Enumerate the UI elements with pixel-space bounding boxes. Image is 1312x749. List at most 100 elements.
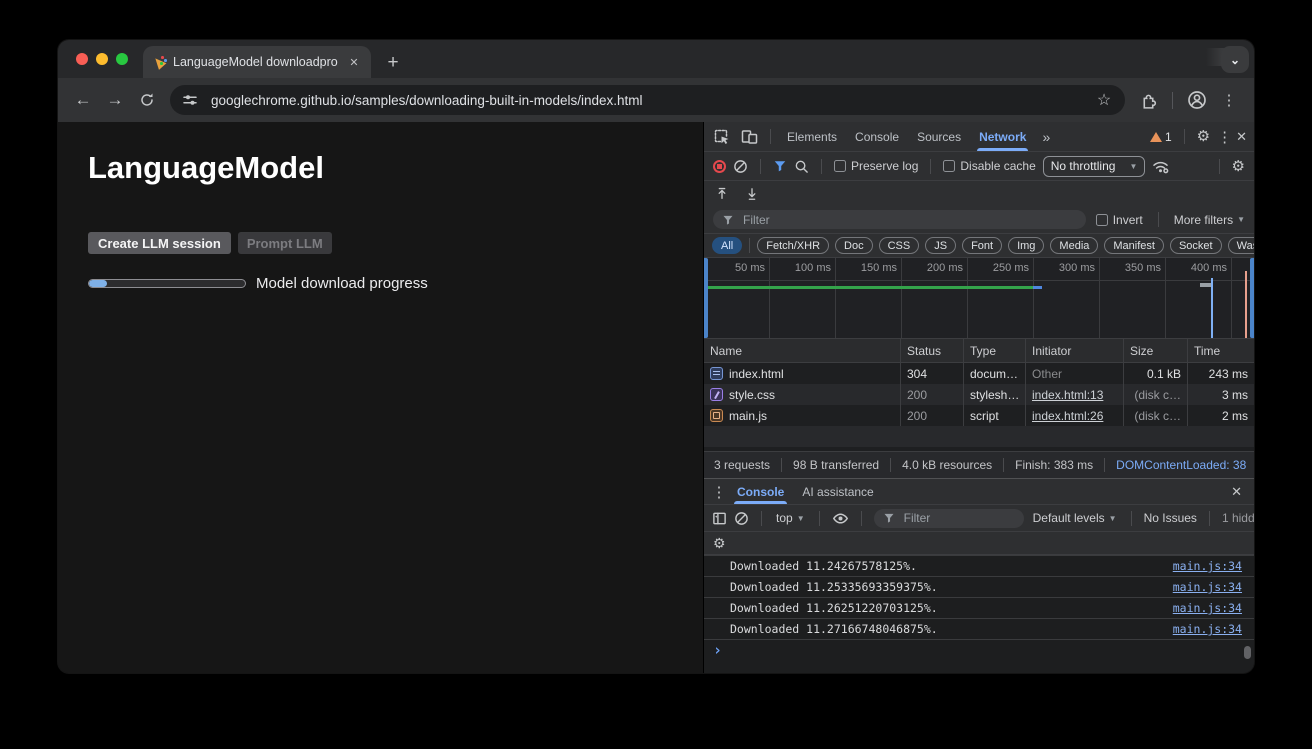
hidden-messages-count[interactable]: 1 hidden	[1222, 511, 1254, 525]
type-filter-wasm[interactable]: Wasm	[1228, 237, 1254, 254]
live-expression-button[interactable]	[832, 511, 849, 526]
type-filter-media[interactable]: Media	[1050, 237, 1098, 254]
column-header-initiator[interactable]: Initiator	[1026, 339, 1124, 362]
tab-network[interactable]: Network	[972, 122, 1033, 151]
tab-search-button[interactable]: ⌄	[1221, 46, 1249, 73]
export-har-button[interactable]	[745, 187, 759, 201]
console-prompt[interactable]: ›	[704, 639, 1254, 661]
profile-button[interactable]	[1181, 84, 1213, 116]
web-page: LanguageModel Create LLM session Prompt …	[58, 122, 703, 673]
console-source-link[interactable]: main.js:34	[1173, 622, 1242, 636]
console-toolbar-divider-2	[819, 511, 820, 526]
reload-button[interactable]	[131, 84, 163, 116]
create-llm-session-button[interactable]: Create LLM session	[88, 232, 231, 254]
console-message[interactable]: Downloaded 11.26251220703125%. main.js:3…	[704, 597, 1254, 618]
initiator-link[interactable]: index.html:13	[1032, 388, 1103, 402]
table-row[interactable]: index.html 304 docum… Other 0.1 kB 243 m…	[704, 363, 1254, 384]
more-filters-button[interactable]: More filters ▼	[1174, 213, 1245, 227]
new-tab-button[interactable]: +	[379, 48, 407, 78]
prompt-llm-button[interactable]: Prompt LLM	[238, 232, 332, 254]
drawer-tab-console[interactable]: Console	[728, 479, 793, 504]
site-settings-icon[interactable]	[178, 89, 202, 111]
tab-elements[interactable]: Elements	[780, 122, 844, 151]
invert-checkbox[interactable]	[1096, 214, 1108, 226]
column-header-time[interactable]: Time	[1188, 339, 1254, 362]
import-har-button[interactable]	[715, 187, 729, 201]
type-filter-fetch-xhr[interactable]: Fetch/XHR	[757, 237, 829, 254]
bookmark-star-icon[interactable]: ☆	[1093, 90, 1115, 110]
more-panels-icon[interactable]: »	[1037, 129, 1055, 145]
devtools-settings-gear-icon[interactable]: ⚙	[1197, 129, 1210, 144]
forward-button[interactable]: →	[99, 84, 131, 116]
column-header-status[interactable]: Status	[901, 339, 964, 362]
tab-console[interactable]: Console	[848, 122, 906, 151]
console-source-link[interactable]: main.js:34	[1173, 580, 1242, 594]
console-source-link[interactable]: main.js:34	[1173, 559, 1242, 573]
clear-console-button[interactable]	[734, 511, 749, 526]
close-window-button[interactable]	[76, 53, 88, 65]
initiator-link[interactable]: index.html:26	[1032, 409, 1103, 423]
clear-network-log-button[interactable]	[733, 159, 748, 174]
throttling-select[interactable]: No throttling ▼	[1043, 156, 1146, 177]
issues-warning[interactable]: 1	[1150, 130, 1172, 144]
devtools-close-icon[interactable]: ✕	[1236, 129, 1247, 145]
log-levels-select[interactable]: Default levels ▼	[1031, 511, 1119, 525]
invert-control[interactable]: Invert	[1096, 213, 1143, 227]
console-scrollbar-thumb[interactable]	[1244, 646, 1251, 659]
maximize-window-button[interactable]	[116, 53, 128, 65]
table-row[interactable]: style.css 200 stylesh… index.html:13 (di…	[704, 384, 1254, 405]
network-settings-gear-icon[interactable]: ⚙	[1232, 159, 1245, 174]
filter-toggle-button[interactable]	[773, 159, 787, 173]
url-text[interactable]: googlechrome.github.io/samples/downloadi…	[211, 93, 1084, 108]
timeline-left-handle[interactable]	[704, 258, 708, 338]
console-sidebar-button[interactable]	[712, 511, 727, 526]
type-filter-socket[interactable]: Socket	[1170, 237, 1222, 254]
browser-menu-button[interactable]: ⋮	[1213, 84, 1245, 116]
devtools-menu-kebab-icon[interactable]: ⋮	[1217, 128, 1229, 146]
console-message[interactable]: Downloaded 11.24267578125%. main.js:34	[704, 555, 1254, 576]
console-message[interactable]: Downloaded 11.27166748046875%. main.js:3…	[704, 618, 1254, 639]
console-settings-gear-icon[interactable]: ⚙	[713, 536, 726, 550]
network-conditions-button[interactable]	[1152, 159, 1169, 174]
disable-cache-control[interactable]: Disable cache	[943, 159, 1035, 173]
console-filter-input[interactable]	[902, 510, 1015, 526]
inspect-element-button[interactable]	[711, 129, 733, 145]
url-bar[interactable]: googlechrome.github.io/samples/downloadi…	[170, 85, 1125, 115]
timeline-right-handle[interactable]	[1250, 258, 1254, 338]
disable-cache-checkbox[interactable]	[943, 160, 955, 172]
column-header-size[interactable]: Size	[1124, 339, 1188, 362]
minimize-window-button[interactable]	[96, 53, 108, 65]
type-filter-img[interactable]: Img	[1008, 237, 1044, 254]
type-filter-manifest[interactable]: Manifest	[1104, 237, 1164, 254]
type-filter-css[interactable]: CSS	[879, 237, 920, 254]
type-filter-doc[interactable]: Doc	[835, 237, 873, 254]
record-network-log-button[interactable]	[713, 160, 726, 173]
extensions-button[interactable]	[1132, 84, 1164, 116]
console-source-link[interactable]: main.js:34	[1173, 601, 1242, 615]
preserve-log-checkbox[interactable]	[834, 160, 846, 172]
funnel-small-icon	[722, 214, 734, 226]
network-overview-timeline[interactable]: 50 ms 100 ms 150 ms 200 ms 250 ms 300 ms…	[704, 258, 1254, 339]
type-filter-js[interactable]: JS	[925, 237, 956, 254]
tab-close-icon[interactable]: ✕	[346, 54, 362, 70]
table-row[interactable]: main.js 200 script index.html:26 (disk c…	[704, 405, 1254, 426]
drawer-tab-ai-assistance[interactable]: AI assistance	[793, 479, 882, 504]
type-filter-font[interactable]: Font	[962, 237, 1002, 254]
drawer-menu-kebab-icon[interactable]: ⋮	[710, 483, 728, 501]
browser-tab[interactable]: LanguageModel downloadpro ✕	[143, 46, 371, 78]
back-button[interactable]: ←	[67, 84, 99, 116]
type-filter-all[interactable]: All	[712, 237, 742, 254]
network-filter-field[interactable]	[713, 210, 1086, 229]
console-filter-field[interactable]	[874, 509, 1024, 528]
console-message[interactable]: Downloaded 11.25335693359375%. main.js:3…	[704, 576, 1254, 597]
device-toolbar-button[interactable]	[737, 128, 761, 145]
column-header-name[interactable]: Name	[704, 339, 901, 362]
search-network-button[interactable]	[794, 159, 809, 174]
network-filter-input[interactable]	[741, 212, 1077, 228]
preserve-log-control[interactable]: Preserve log	[834, 159, 918, 173]
column-header-type[interactable]: Type	[964, 339, 1026, 362]
issues-status[interactable]: No Issues	[1144, 511, 1197, 525]
drawer-close-icon[interactable]: ✕	[1231, 484, 1248, 500]
execution-context-select[interactable]: top ▼	[774, 511, 807, 525]
tab-sources[interactable]: Sources	[910, 122, 968, 151]
